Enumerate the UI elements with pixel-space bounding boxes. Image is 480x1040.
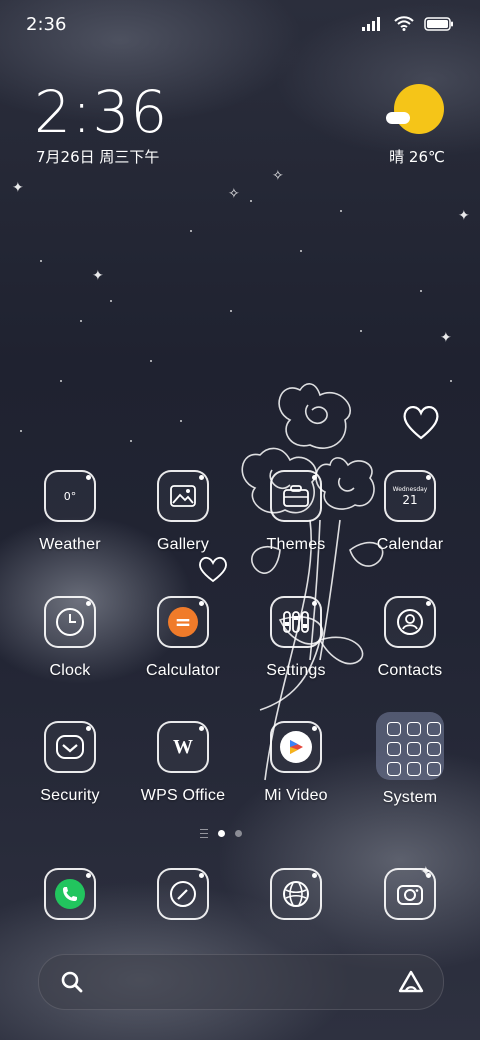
clock-widget-time[interactable]: 2:36 [34, 78, 168, 146]
app-label: Contacts [377, 662, 443, 679]
page-indicator[interactable] [200, 829, 242, 838]
app-label: Calculator [145, 662, 221, 679]
status-bar: 2:36 [0, 0, 480, 50]
assistant-icon[interactable] [397, 969, 425, 995]
app-calculator[interactable]: = Calculator [128, 596, 238, 680]
security-icon [44, 721, 96, 773]
app-label: WPS Office [140, 787, 226, 804]
app-label: Gallery [156, 536, 210, 553]
calendar-icon: Wednesday 21 [384, 470, 436, 522]
app-label: System [382, 789, 438, 806]
calculator-icon: = [157, 596, 209, 648]
dock-notes[interactable] [157, 868, 209, 920]
app-label: Calendar [376, 536, 444, 553]
battery-icon [424, 16, 453, 31]
heart-decoration [403, 406, 439, 440]
status-time: 2:36 [26, 14, 67, 35]
search-bar[interactable] [38, 954, 444, 1010]
app-label: Settings [266, 662, 326, 679]
app-themes[interactable]: Themes [241, 470, 351, 554]
app-calendar[interactable]: Wednesday 21 Calendar [355, 470, 465, 554]
weather-condition: 晴 26℃ [389, 148, 445, 166]
page-list-indicator [200, 829, 208, 838]
sun-icon [394, 84, 444, 134]
wps-office-icon: W [157, 721, 209, 773]
clock-icon [44, 596, 96, 648]
app-gallery[interactable]: Gallery [128, 470, 238, 554]
dock-phone[interactable] [44, 868, 96, 920]
gallery-icon [157, 470, 209, 522]
app-label: Clock [49, 662, 91, 679]
signal-icon [362, 16, 380, 31]
app-wps-office[interactable]: W WPS Office [128, 721, 238, 805]
app-weather[interactable]: 0° Weather [15, 470, 125, 554]
mi-video-icon [270, 721, 322, 773]
folder-icon [376, 712, 444, 780]
cloud-icon [386, 112, 410, 124]
dock-camera[interactable] [384, 868, 436, 920]
app-contacts[interactable]: Contacts [355, 596, 465, 680]
phone-icon [44, 868, 96, 920]
weather-icon: 0° [44, 470, 96, 522]
dock-browser[interactable] [270, 868, 322, 920]
page-dot-active [218, 830, 225, 837]
themes-icon [270, 470, 322, 522]
app-security[interactable]: Security [15, 721, 125, 805]
contacts-icon [384, 596, 436, 648]
status-icons [362, 16, 454, 31]
app-label: Weather [39, 536, 101, 553]
notes-icon [157, 868, 209, 920]
app-label: Mi Video [264, 787, 328, 804]
app-settings[interactable]: Settings [241, 596, 351, 680]
camera-icon [384, 868, 436, 920]
settings-icon [270, 596, 322, 648]
browser-icon [270, 868, 322, 920]
search-icon[interactable] [59, 969, 85, 995]
app-label: Security [40, 787, 100, 804]
app-mi-video[interactable]: Mi Video [241, 721, 351, 805]
app-folder-system[interactable]: System [355, 712, 465, 807]
heart-decoration [199, 556, 227, 583]
app-label: Themes [266, 536, 326, 553]
app-clock[interactable]: Clock [15, 596, 125, 680]
wifi-icon [394, 16, 414, 31]
clock-widget-date: 7月26日 周三下午 [36, 148, 160, 166]
page-dot [235, 830, 242, 837]
